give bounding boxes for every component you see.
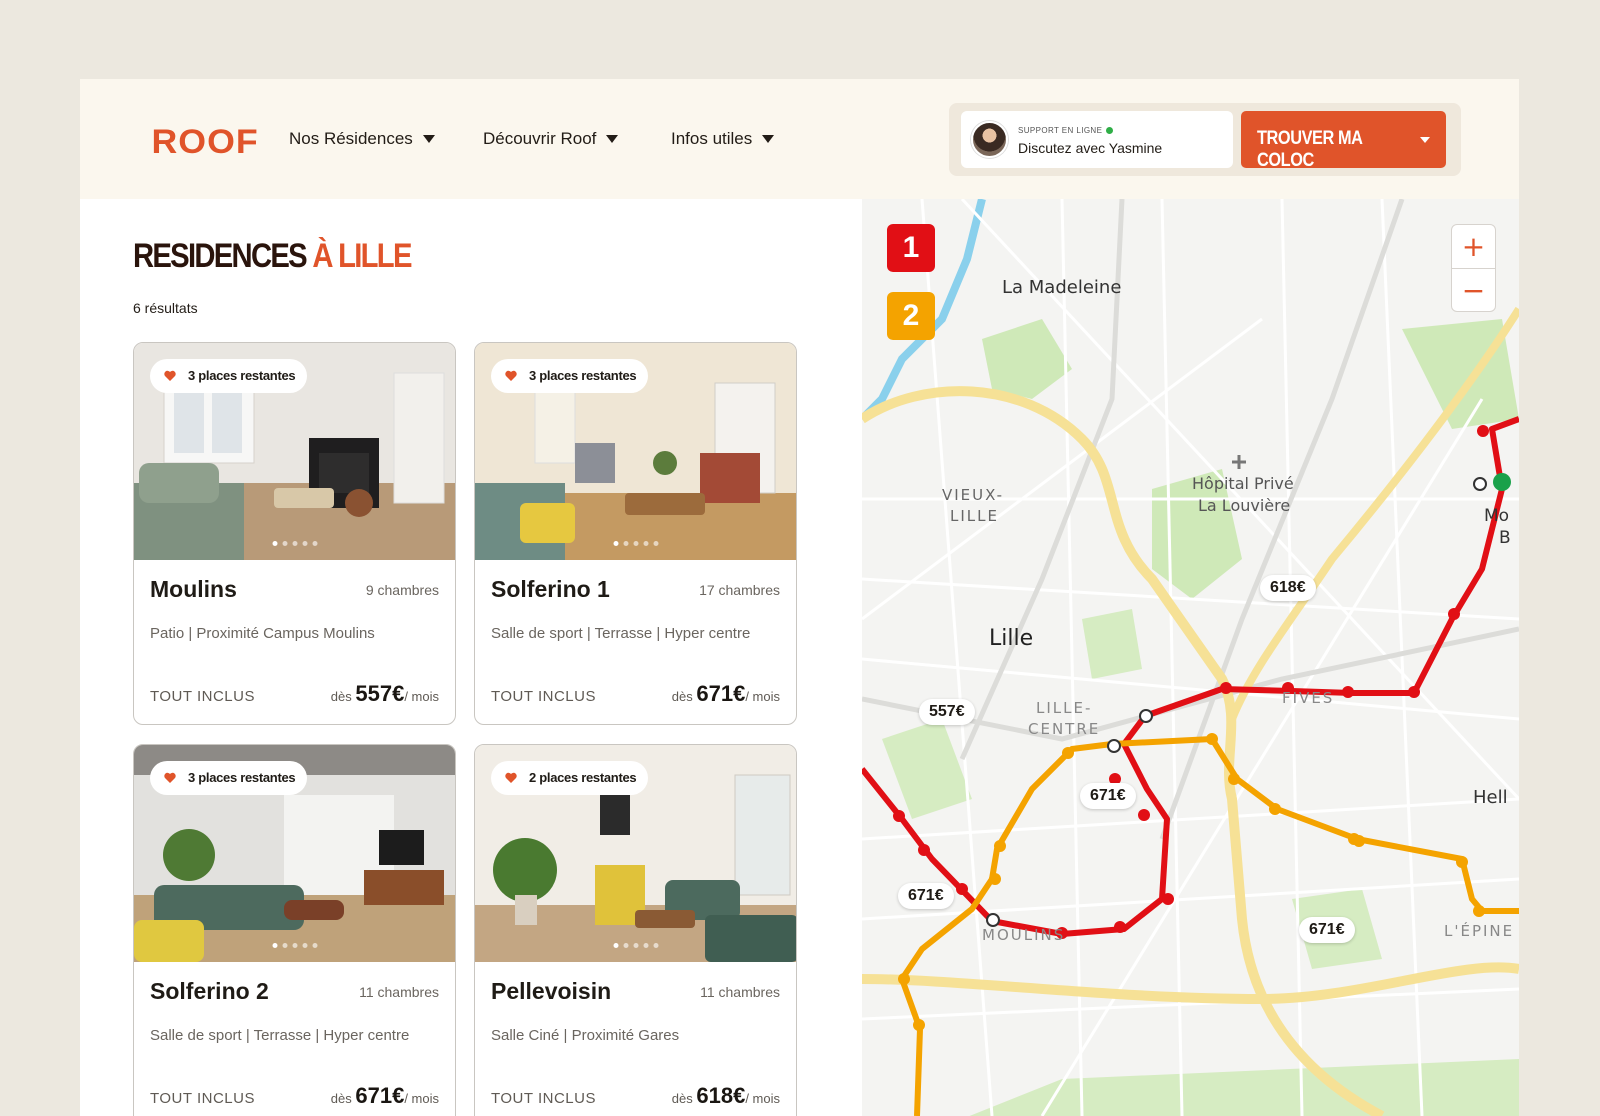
heart-icon <box>505 772 517 783</box>
residence-name: Solferino 1 <box>491 576 610 602</box>
room-count: 11 chambres <box>700 984 780 1000</box>
price-marker[interactable]: 671€ <box>1080 783 1136 809</box>
caret-down-icon[interactable] <box>1420 137 1430 143</box>
header-actions: SUPPORT EN LIGNE Discutez avec Yasmine T… <box>949 103 1461 176</box>
residences-map[interactable]: La Madeleine VIEUX- LILLE Hôpital Privé … <box>862 199 1519 1116</box>
availability-badge: 3 places restantes <box>150 761 308 795</box>
carousel-dots[interactable] <box>272 541 317 546</box>
price: dès 618€/ mois <box>671 1083 780 1108</box>
zoom-out-button[interactable]: − <box>1452 269 1495 312</box>
map-label-vieux-lille: VIEUX- <box>942 486 1005 504</box>
residence-name: Pellevoisin <box>491 978 612 1004</box>
map-label-lille-centre: CENTRE <box>1028 720 1101 738</box>
roof-logo[interactable]: ROOF <box>151 123 258 162</box>
results-count: 6 résultats <box>133 300 198 316</box>
map-label-vieux-lille: LILLE <box>950 507 999 525</box>
map-label-station: Mo <box>1484 506 1510 526</box>
map-label-lille: Lille <box>989 626 1034 651</box>
residence-card-solferino-2[interactable]: 3 places restantes Solferino 2 11 chambr… <box>133 744 456 1116</box>
carousel-dots[interactable] <box>613 541 658 546</box>
map-label-hopital: Hôpital Privé <box>1192 474 1294 493</box>
site-header: ROOF Nos Résidences Découvrir Roof Infos… <box>80 79 1519 199</box>
nav-label: Infos utiles <box>671 129 753 148</box>
residence-name: Solferino 2 <box>150 978 269 1004</box>
support-status: SUPPORT EN LIGNE <box>1018 126 1114 135</box>
availability-badge: 3 places restantes <box>150 359 308 393</box>
price: dès 671€/ mois <box>671 681 780 706</box>
map-label-lille-centre: LILLE- <box>1036 699 1093 717</box>
residence-photo[interactable]: 3 places restantes <box>134 343 455 560</box>
nav-label: Nos Résidences <box>289 129 413 148</box>
price-marker[interactable]: 618€ <box>1260 575 1316 601</box>
residence-features: Patio | Proximité Campus Moulins <box>150 625 375 642</box>
included-label: TOUT INCLUS <box>150 1090 255 1107</box>
map-label-moulins: MOULINS <box>982 926 1066 944</box>
online-status-icon <box>1106 127 1114 135</box>
map-label-epine: L'ÉPINE <box>1444 922 1515 940</box>
page-title: RESIDENCES À LILLE <box>133 237 412 275</box>
availability-badge: 2 places restantes <box>491 761 649 795</box>
room-count: 11 chambres <box>359 984 439 1000</box>
map-label-station: B <box>1499 528 1511 548</box>
residence-features: Salle Ciné | Proximité Gares <box>491 1027 680 1044</box>
zoom-control: + − <box>1451 224 1496 312</box>
metro-line-2-button[interactable]: 2 <box>887 292 935 340</box>
price-marker[interactable]: 671€ <box>898 883 954 909</box>
included-label: TOUT INCLUS <box>491 688 596 705</box>
map-label-la-madeleine: La Madeleine <box>1002 277 1122 298</box>
caret-down-icon <box>606 135 619 143</box>
residence-card-pellevoisin[interactable]: 2 places restantes Pellevoisin 11 chambr… <box>474 744 797 1116</box>
price: dès 557€/ mois <box>330 681 439 706</box>
price-marker[interactable]: 671€ <box>1299 917 1355 943</box>
nav-label: Découvrir Roof <box>483 129 597 148</box>
residence-photo[interactable]: 3 places restantes <box>134 745 455 962</box>
residence-features: Salle de sport | Terrasse | Hyper centre <box>150 1027 410 1044</box>
residence-photo[interactable]: 2 places restantes <box>475 745 796 962</box>
map-label-hopital: La Louvière <box>1198 496 1291 515</box>
map-canvas[interactable] <box>862 199 1519 1116</box>
residence-features: Salle de sport | Terrasse | Hyper centre <box>491 625 751 642</box>
zoom-in-button[interactable]: + <box>1452 225 1495 268</box>
caret-down-icon <box>762 135 775 143</box>
map-label-hellemmes: Hell <box>1473 787 1508 808</box>
residence-name: Moulins <box>150 576 237 602</box>
availability-badge: 3 places restantes <box>491 359 649 393</box>
carousel-dots[interactable] <box>272 943 317 948</box>
included-label: TOUT INCLUS <box>491 1090 596 1107</box>
metro-line-1-button[interactable]: 1 <box>887 224 935 272</box>
room-count: 17 chambres <box>699 582 780 598</box>
map-label-fives: FIVES <box>1282 689 1335 707</box>
app-frame: ROOF Nos Résidences Découvrir Roof Infos… <box>80 79 1519 1116</box>
support-label: Discutez avec Yasmine <box>1018 140 1163 156</box>
nav-nos-residences[interactable]: Nos Résidences <box>289 129 435 149</box>
included-label: TOUT INCLUS <box>150 688 255 705</box>
residence-card-moulins[interactable]: 3 places restantes Moulins 9 chambres Pa… <box>133 342 456 725</box>
heart-icon <box>164 772 176 783</box>
heart-icon <box>164 370 176 381</box>
support-chat-button[interactable]: SUPPORT EN LIGNE Discutez avec Yasmine <box>961 111 1233 168</box>
room-count: 9 chambres <box>365 582 439 598</box>
residence-card-solferino-1[interactable]: 3 places restantes Solferino 1 17 chambr… <box>474 342 797 725</box>
cta-label: TROUVER MA COLOC <box>1257 128 1362 171</box>
heart-icon <box>505 370 517 381</box>
residence-photo[interactable]: 3 places restantes <box>475 343 796 560</box>
nav-decouvrir-roof[interactable]: Découvrir Roof <box>483 129 619 149</box>
find-coloc-button[interactable]: TROUVER MA COLOC <box>1241 111 1446 171</box>
avatar <box>971 121 1008 158</box>
caret-down-icon <box>422 135 435 143</box>
price-marker[interactable]: 557€ <box>919 699 975 725</box>
nav-infos-utiles[interactable]: Infos utiles <box>671 129 775 149</box>
carousel-dots[interactable] <box>613 943 658 948</box>
price: dès 671€/ mois <box>330 1083 439 1108</box>
